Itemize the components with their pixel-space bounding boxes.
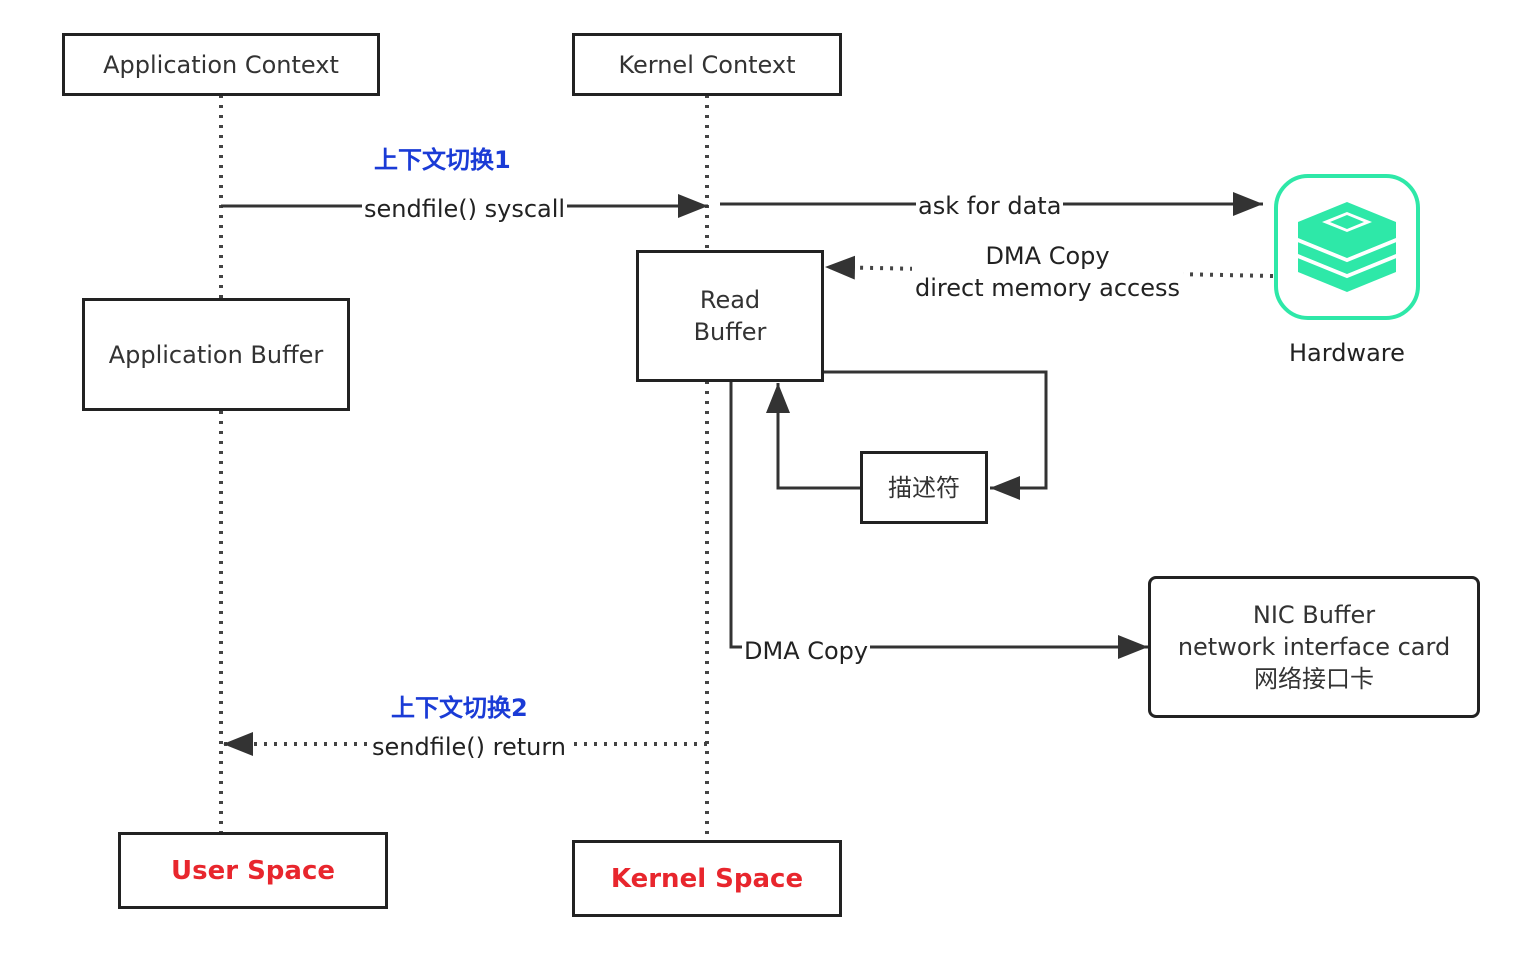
dma-copy-top-label: DMA Copy direct memory access: [912, 240, 1184, 304]
descriptor-to-read-buffer-arrow: [766, 383, 862, 490]
ask-for-data-label: ask for data: [916, 191, 1064, 221]
descriptor-box: 描述符: [860, 451, 988, 524]
dma-copy-bottom-label: DMA Copy: [742, 636, 871, 666]
app-buffer-label: Application Buffer: [108, 340, 324, 369]
sendfile-syscall-label: sendfile() syscall: [362, 194, 568, 224]
diagram-canvas: [219, 95, 1420, 840]
context-switch-1-label: 上下文切换1: [374, 146, 511, 174]
app-context-box: Application Context: [62, 33, 380, 96]
hardware-label: Hardware: [1289, 338, 1405, 368]
nic-buffer-label: NIC Buffer network interface card 网络接口卡: [1177, 601, 1451, 693]
sendfile-return-label: sendfile() return: [370, 732, 569, 762]
context-switch-2-label: 上下文切换2: [391, 694, 528, 722]
kernel-space-label: Kernel Space: [610, 863, 804, 894]
hardware-icon: [1274, 174, 1420, 320]
read-buffer-label: Read Buffer: [693, 286, 767, 346]
user-space-box: User Space: [118, 832, 388, 909]
kernel-context-label: Kernel Context: [618, 50, 796, 79]
nic-buffer-box: NIC Buffer network interface card 网络接口卡: [1148, 576, 1480, 718]
descriptor-label: 描述符: [888, 473, 960, 502]
kernel-context-box: Kernel Context: [572, 33, 842, 96]
read-buffer-box: Read Buffer: [636, 250, 824, 382]
app-buffer-box: Application Buffer: [82, 298, 350, 411]
kernel-space-box: Kernel Space: [572, 840, 842, 917]
user-space-label: User Space: [170, 855, 336, 886]
app-context-label: Application Context: [103, 50, 339, 79]
